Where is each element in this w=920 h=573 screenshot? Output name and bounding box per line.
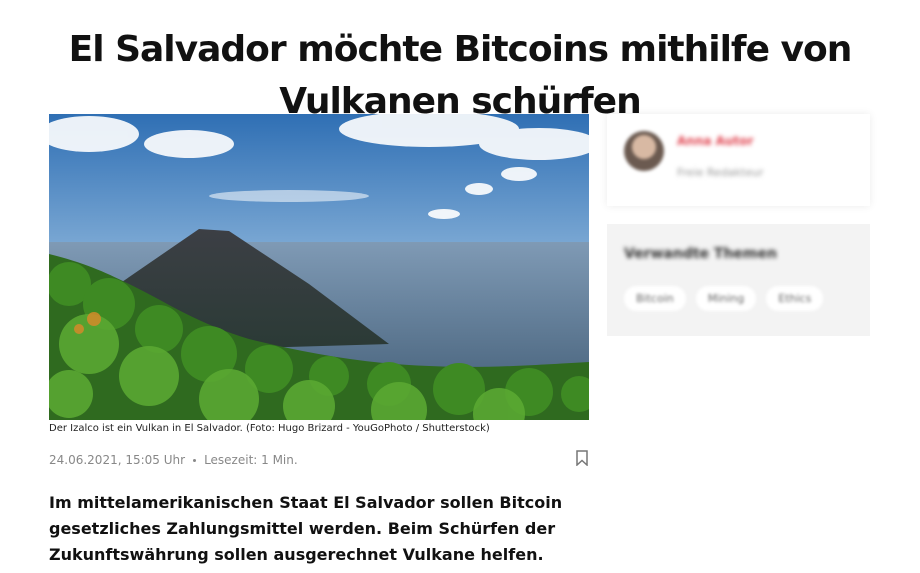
topic-chip[interactable]: Mining [695, 286, 757, 311]
topic-chip[interactable]: Bitcoin [624, 286, 686, 311]
read-time: Lesezeit: 1 Min. [204, 453, 298, 467]
author-role: Freie Redakteur [677, 166, 764, 179]
author-avatar [624, 131, 664, 171]
article-lead: Im mittelamerikanischen Staat El Salvado… [49, 490, 569, 568]
lead-line-2: gesetzliches Zahlungsmittel werden. Beim… [49, 519, 556, 538]
topic-chip[interactable]: Ethics [766, 286, 824, 311]
lead-line-3: Zukunftswährung sollen ausgerechnet Vulk… [49, 545, 544, 564]
related-topics-title: Verwandte Themen [624, 246, 777, 262]
topic-chips: Bitcoin Mining Ethics [624, 286, 824, 311]
article-meta: 24.06.2021, 15:05 Uhr Lesezeit: 1 Min. [49, 453, 298, 467]
lead-line-1: Im mittelamerikanischen Staat El Salvado… [49, 493, 563, 512]
related-topics-card: Verwandte Themen Bitcoin Mining Ethics [607, 224, 870, 336]
publish-date: 24.06.2021, 15:05 Uhr [49, 453, 186, 467]
author-card[interactable]: Anna Autor Freie Redakteur [607, 114, 870, 206]
bookmark-icon[interactable] [576, 450, 588, 467]
meta-separator [193, 458, 197, 462]
author-name[interactable]: Anna Autor [677, 134, 753, 148]
article-headline: El Salvador möchte Bitcoins mithilfe von… [0, 24, 920, 128]
headline-line-1: El Salvador möchte Bitcoins mithilfe von [68, 29, 853, 71]
image-caption: Der Izalco ist ein Vulkan in El Salvador… [49, 423, 490, 434]
hero-image [49, 114, 589, 420]
